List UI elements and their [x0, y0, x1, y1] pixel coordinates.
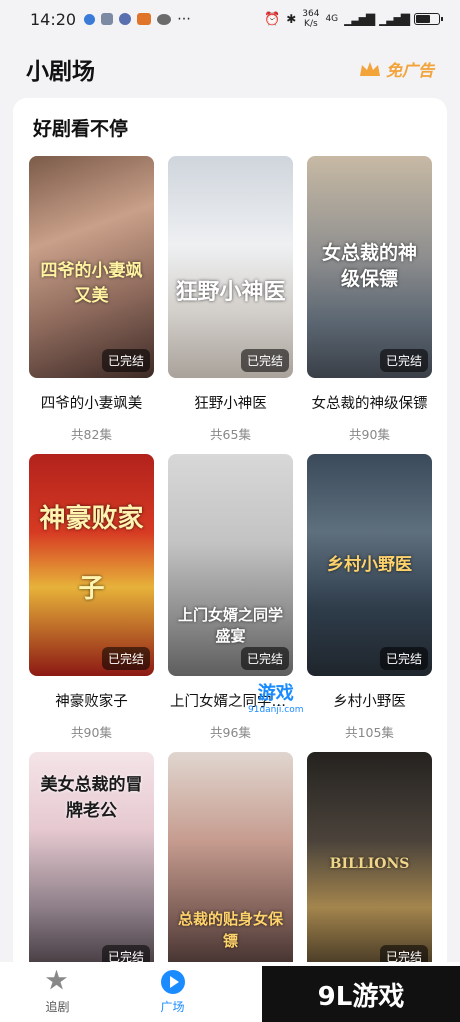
app-icon: [101, 13, 114, 25]
drama-section-card: 好剧看不停 四爷的小妻飒又美 已完结 四爷的小妻飒美 共82集 狂野小神医 已完…: [13, 98, 447, 998]
crown-icon: [359, 62, 380, 76]
poster-title: 狂野小神医: [175, 279, 286, 305]
notification-icons: ⋯: [84, 11, 191, 27]
watermark: 游戏 91danji.com: [248, 683, 304, 716]
drama-poster[interactable]: 四爷的小妻飒又美 已完结: [29, 156, 154, 378]
status-badge: 已完结: [379, 647, 428, 670]
app-icon: [137, 13, 152, 25]
episode-count: 共65集: [210, 427, 251, 442]
poster-title: 美女总裁的冒牌老公: [40, 775, 143, 821]
battery-icon: [414, 13, 443, 25]
nav-label: 广场: [160, 999, 185, 1014]
signal-icon: ▁▃▅▇: [379, 12, 410, 26]
nav-item-following[interactable]: 追剧: [0, 969, 115, 1015]
drama-poster[interactable]: 狂野小神医 已完结: [168, 156, 293, 378]
more-icon: ⋯: [177, 11, 192, 27]
status-badge: 已完结: [240, 349, 289, 372]
drama-title: 狂野小神医: [194, 396, 267, 412]
status-bar: 14:20 ⋯ ⏰ ✱ 364 K/s 4G ▁▃▅▇ ▁▃▅▇: [0, 0, 460, 38]
poster-title: 总裁的贴身女保镖: [177, 910, 283, 950]
drama-title: 女总裁的神级保镖: [311, 396, 428, 412]
drama-card[interactable]: 神豪败家子 已完结 神豪败家子 共90集: [29, 454, 154, 752]
drama-poster[interactable]: 乡村小野医 已完结: [307, 454, 432, 676]
net-speed: 364 K/s: [302, 9, 320, 29]
no-ads-button[interactable]: 免广告: [358, 57, 434, 81]
episode-count: 共90集: [349, 427, 390, 442]
star-icon: [45, 969, 70, 994]
section-title: 好剧看不停: [33, 118, 129, 140]
watermark-logo: 9L游戏: [262, 966, 460, 1022]
play-icon: [160, 969, 185, 994]
episode-count: 共90集: [71, 725, 112, 740]
poster-title: BILLIONS: [329, 856, 410, 872]
poster-title: 女总裁的神级保镖: [321, 242, 417, 290]
nav-label: 追剧: [45, 999, 70, 1014]
episode-count: 共96集: [210, 725, 251, 740]
nav-item-square[interactable]: 广场: [115, 969, 230, 1015]
wechat-icon: [157, 13, 172, 25]
poster-title: 四爷的小妻飒又美: [40, 261, 143, 306]
episode-count: 共82集: [71, 427, 112, 442]
drama-card[interactable]: 女总裁的神级保镖 已完结 女总裁的神级保镖 共90集: [307, 156, 432, 454]
episode-count: 共105集: [345, 725, 394, 740]
status-badge: 已完结: [240, 647, 289, 670]
drama-poster[interactable]: 美女总裁的冒牌老公 已完结: [29, 752, 154, 974]
app-icon: [119, 13, 132, 25]
no-ads-label: 免广告: [385, 61, 434, 80]
drama-card[interactable]: 四爷的小妻飒又美 已完结 四爷的小妻飒美 共82集: [29, 156, 154, 454]
drama-card[interactable]: 乡村小野医 已完结 乡村小野医 共105集: [307, 454, 432, 752]
drama-poster[interactable]: 女总裁的神级保镖 已完结: [307, 156, 432, 378]
drama-poster[interactable]: 上门女婿之同学盛宴 已完结: [168, 454, 293, 676]
drama-poster[interactable]: 神豪败家子 已完结: [29, 454, 154, 676]
signal-label: 4G: [325, 14, 339, 24]
drama-poster[interactable]: BILLIONS 已完结: [307, 752, 432, 974]
signal-icon: ▁▃▅▇: [344, 12, 375, 26]
bluetooth-icon: ✱: [286, 12, 297, 26]
shield-icon: [84, 13, 96, 25]
alarm-icon: ⏰: [264, 11, 281, 27]
drama-card[interactable]: 狂野小神医 已完结 狂野小神医 共65集: [168, 156, 293, 454]
poster-title: 神豪败家子: [39, 504, 144, 604]
poster-title: 上门女婿之同学盛宴: [177, 606, 283, 645]
header: 小剧场 免广告: [0, 46, 460, 92]
status-badge: 已完结: [101, 647, 150, 670]
page-title: 小剧场: [26, 59, 95, 85]
poster-title: 乡村小野医: [327, 555, 412, 575]
status-right: ⏰ ✱ 364 K/s 4G ▁▃▅▇ ▁▃▅▇: [264, 9, 443, 29]
drama-title: 乡村小野医: [333, 694, 406, 710]
drama-title: 四爷的小妻飒美: [40, 396, 143, 412]
drama-poster[interactable]: 总裁的贴身女保镖: [168, 752, 293, 974]
status-badge: 已完结: [101, 349, 150, 372]
status-time: 14:20: [30, 9, 77, 29]
drama-title: 神豪败家子: [55, 694, 128, 710]
drama-grid: 四爷的小妻飒又美 已完结 四爷的小妻飒美 共82集 狂野小神医 已完结 狂野小神…: [29, 156, 433, 1022]
status-badge: 已完结: [379, 349, 428, 372]
